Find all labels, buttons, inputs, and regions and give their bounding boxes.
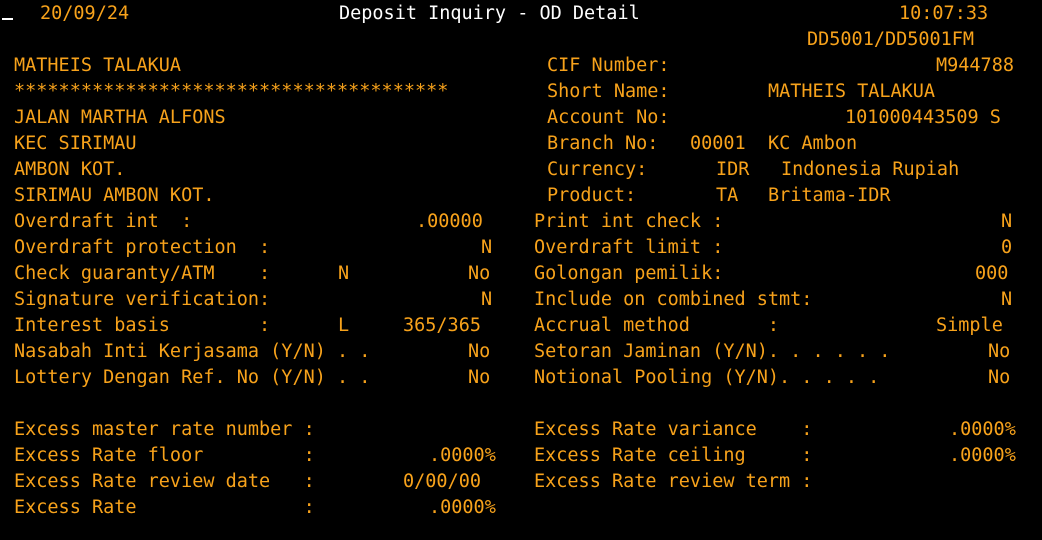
accrual-method-value: Simple: [936, 315, 1003, 336]
nasabah-inti-label: Nasabah Inti Kerjasama (Y/N) . .: [14, 341, 371, 362]
currency-name: Indonesia Rupiah: [781, 159, 960, 180]
short-name-label: Short Name:: [547, 81, 670, 102]
golongan-pemilik-value: 000: [975, 263, 1009, 284]
golongan-pemilik-label: Golongan pemilik:: [534, 263, 724, 284]
address-line-1: JALAN MARTHA ALFONS: [14, 107, 226, 128]
header-date: 20/09/24: [40, 3, 130, 24]
branch-label: Branch No:: [547, 133, 659, 154]
excess-rate-review-date-label: Excess Rate review date :: [14, 471, 315, 492]
field-row: Interest basis : L 365/365 Accrual metho…: [0, 313, 1042, 339]
header-time: 10:07:33: [899, 3, 989, 24]
interest-basis-label: Interest basis :: [14, 315, 271, 336]
excess-rate-review-term-label: Excess Rate review term :: [534, 471, 813, 492]
address-row-1: JALAN MARTHA ALFONS Account No: 10100044…: [0, 105, 1042, 131]
excess-rate-value: .0000%: [429, 497, 496, 518]
field-row: Lottery Dengan Ref. No (Y/N) . . No Noti…: [0, 365, 1042, 391]
signature-verification-label: Signature verification:: [14, 289, 271, 310]
account-no-value: 101000443509 S: [845, 107, 1001, 128]
overdraft-protection-value: N: [481, 237, 493, 258]
excess-row: Excess Rate review date : 0/00/00 Excess…: [0, 469, 1042, 495]
setoran-jaminan-label: Setoran Jaminan (Y/N). . . . . .: [534, 341, 891, 362]
notional-pooling-label: Notional Pooling (Y/N). . . . .: [534, 367, 880, 388]
branch-code: 00001: [690, 133, 746, 154]
excess-rate-floor-value: .0000%: [429, 445, 496, 466]
excess-row: Excess master rate number : Excess Rate …: [0, 417, 1042, 443]
interest-basis-code: L: [338, 315, 350, 336]
customer-name: MATHEIS TALAKUA: [14, 55, 182, 76]
field-row: Overdraft protection : N Overdraft limit…: [0, 235, 1042, 261]
address-line-3: AMBON KOT.: [14, 159, 126, 180]
address-line-2: KEC SIRIMAU: [14, 133, 137, 154]
excess-master-rate-label: Excess master rate number :: [14, 419, 315, 440]
overdraft-limit-label: Overdraft limit :: [534, 237, 724, 258]
overdraft-protection-label: Overdraft protection :: [14, 237, 271, 258]
field-row: Overdraft int : .00000 Print int check :…: [0, 209, 1042, 235]
excess-rate-variance-label: Excess Rate variance :: [534, 419, 813, 440]
signature-verification-value: N: [481, 289, 493, 310]
check-guaranty-value: No: [468, 263, 491, 284]
address-row-4: SIRIMAU AMBON KOT. Product: TA Britama-I…: [0, 183, 1042, 209]
check-guaranty-label: Check guaranty/ATM :: [14, 263, 271, 284]
address-row-2: KEC SIRIMAU Branch No: 00001 KC Ambon: [0, 131, 1042, 157]
lottery-ref-label: Lottery Dengan Ref. No (Y/N) . .: [14, 367, 371, 388]
notional-pooling-value: No: [988, 367, 1011, 388]
excess-rate-label: Excess Rate :: [14, 497, 315, 518]
screen-title: Deposit Inquiry - OD Detail: [339, 3, 640, 24]
excess-row: Excess Rate floor : .0000% Excess Rate c…: [0, 443, 1042, 469]
account-no-label: Account No:: [547, 107, 670, 128]
interest-basis-value: 365/365: [403, 315, 481, 336]
masked-row: *************************************** …: [0, 79, 1042, 105]
short-name-value: MATHEIS TALAKUA: [768, 81, 936, 102]
cif-label: CIF Number:: [547, 55, 670, 76]
branch-name: KC Ambon: [768, 133, 858, 154]
currency-label: Currency:: [547, 159, 648, 180]
masked-line: ***************************************: [14, 81, 449, 102]
lottery-ref-value: No: [468, 367, 491, 388]
address-line-4: SIRIMAU AMBON KOT.: [14, 185, 215, 206]
product-code: TA: [716, 185, 739, 206]
excess-rate-ceiling-value: .0000%: [949, 445, 1016, 466]
currency-code: IDR: [716, 159, 750, 180]
field-row: Signature verification: N Include on com…: [0, 287, 1042, 313]
check-guaranty-code: N: [338, 263, 350, 284]
excess-rate-variance-value: .0000%: [949, 419, 1016, 440]
print-int-check-value: N: [1001, 211, 1013, 232]
header-row: 20/09/24 Deposit Inquiry - OD Detail 10:…: [0, 1, 1042, 27]
cif-value: M944788: [936, 55, 1014, 76]
overdraft-int-value: .00000: [416, 211, 483, 232]
setoran-jaminan-value: No: [988, 341, 1011, 362]
print-int-check-label: Print int check :: [534, 211, 724, 232]
overdraft-int-label: Overdraft int :: [14, 211, 193, 232]
field-row: Nasabah Inti Kerjasama (Y/N) . . No Seto…: [0, 339, 1042, 365]
combined-stmt-value: N: [1001, 289, 1013, 310]
overdraft-limit-value: 0: [1001, 237, 1013, 258]
customer-name-row: MATHEIS TALAKUA CIF Number: M944788: [0, 53, 1042, 79]
product-name: Britama-IDR: [768, 185, 891, 206]
nasabah-inti-value: No: [468, 341, 491, 362]
excess-rate-ceiling-label: Excess Rate ceiling :: [534, 445, 813, 466]
field-row: Check guaranty/ATM : N No Golongan pemil…: [0, 261, 1042, 287]
combined-stmt-label: Include on combined stmt:: [534, 289, 813, 310]
product-label: Product:: [547, 185, 637, 206]
program-row: DD5001/DD5001FM: [0, 27, 1042, 53]
excess-rate-review-date-value: 0/00/00: [403, 471, 481, 492]
accrual-method-label: Accrual method :: [534, 315, 780, 336]
excess-rate-floor-label: Excess Rate floor :: [14, 445, 315, 466]
terminal-screen: 20/09/24 Deposit Inquiry - OD Detail 10:…: [0, 0, 1042, 540]
program-id: DD5001/DD5001FM: [807, 29, 975, 50]
address-row-3: AMBON KOT. Currency: IDR Indonesia Rupia…: [0, 157, 1042, 183]
excess-row: Excess Rate : .0000%: [0, 495, 1042, 521]
